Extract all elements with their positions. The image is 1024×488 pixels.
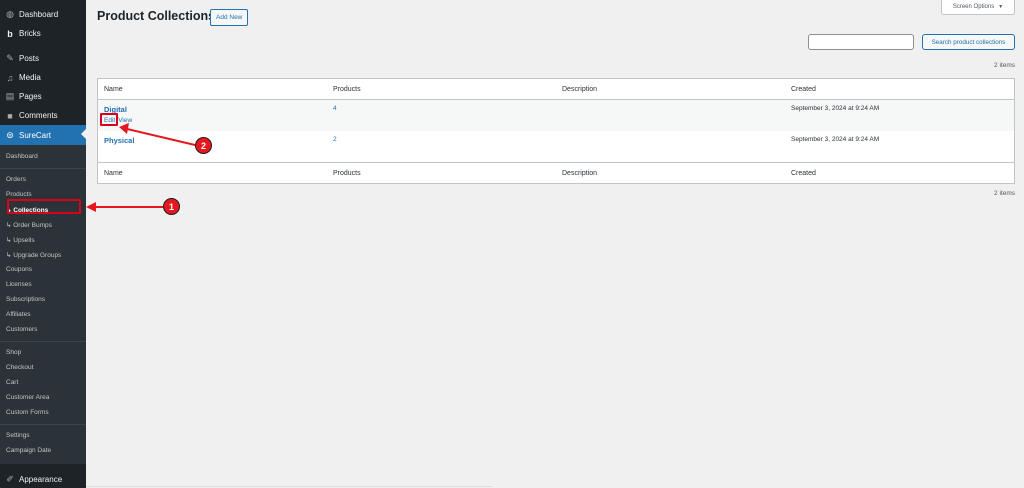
sub-custom-forms[interactable]: Custom Forms [0,405,86,420]
menu-bricks[interactable]: b Bricks [0,24,86,43]
search-input[interactable] [808,34,914,50]
row-actions: Edit View [104,117,327,124]
view-link[interactable]: View [118,117,132,124]
sub-settings[interactable]: Settings [0,428,86,443]
items-count-top: 2 items [994,62,1015,69]
sub-customers[interactable]: Customers [0,322,86,337]
column-name[interactable]: Name [98,86,327,93]
sub-upsells[interactable]: ↳ Upsells [0,232,86,247]
column-name[interactable]: Name [98,170,327,177]
main-content: Product Collections Add New Screen Optio… [86,0,1024,488]
sub-dashboard[interactable]: Dashboard [0,149,86,164]
sub-affiliates[interactable]: Affiliates [0,307,86,322]
products-count-link[interactable]: 4 [327,105,556,131]
sub-cart[interactable]: Cart [0,375,86,390]
sub-order-bumps[interactable]: ↳ Order Bumps [0,217,86,232]
column-description: Description [562,169,598,177]
screen-options-button[interactable]: Screen Options ▼ [941,0,1015,15]
sub-campaign-date[interactable]: Campaign Date [0,443,86,458]
row-title-link[interactable]: Digital [104,105,327,114]
surecart-icon: ⊜ [6,129,14,140]
sub-customer-area[interactable]: Customer Area [0,390,86,405]
pages-icon: ▤ [5,91,15,101]
sub-shop[interactable]: Shop [0,345,86,360]
items-count-bottom: 2 items [994,190,1015,197]
highlight-edit [100,113,118,126]
search-button[interactable]: Search product collections [922,34,1015,50]
menu-pages[interactable]: ▤ Pages [0,87,86,106]
column-description: Description [562,85,598,93]
page-title: Product Collections [97,9,216,23]
column-products[interactable]: Products [327,170,556,177]
table-header: Name Products Description Created [98,79,1014,100]
media-icon: ♫ [6,72,14,83]
description-cell [556,136,785,162]
pin-icon: ✎ [6,53,14,63]
bricks-icon: b [7,28,13,39]
description-cell [556,105,785,131]
divider [86,486,492,487]
sub-licenses[interactable]: Licenses [0,277,86,292]
sub-subscriptions[interactable]: Subscriptions [0,292,86,307]
menu-appearance[interactable]: ✐ Appearance [0,470,86,488]
sub-orders[interactable]: Orders [0,172,86,187]
menu-dashboard[interactable]: ◍ Dashboard [0,5,86,24]
comments-icon: ■ [7,110,13,121]
brush-icon: ✐ [6,474,14,484]
add-new-button[interactable]: Add New [210,9,249,26]
sub-upgrade-groups[interactable]: ↳ Upgrade Groups [0,247,86,262]
sub-checkout[interactable]: Checkout [0,360,86,375]
menu-posts[interactable]: ✎ Posts [0,49,86,68]
created-cell: September 3, 2024 at 9:24 AM [791,136,880,143]
sub-coupons[interactable]: Coupons [0,262,86,277]
dashboard-icon: ◍ [6,9,14,19]
column-created[interactable]: Created [785,86,1014,93]
products-count-link[interactable]: 2 [327,136,556,162]
chevron-down-icon: ▼ [998,4,1004,10]
menu-surecart[interactable]: ⊜ SureCart [0,125,86,145]
highlight-collections [7,199,81,214]
table-row: Digital Edit View 4 September 3, 2024 at… [98,100,1014,131]
menu-comments[interactable]: ■ Comments [0,106,86,125]
collections-table: Name Products Description Created Digita… [97,78,1015,184]
column-products[interactable]: Products [327,86,556,93]
surecart-submenu: Dashboard Orders Products ↳ Collections … [0,145,86,464]
step-badge-1: 1 [163,198,180,215]
table-row: Physical 2 September 3, 2024 at 9:24 AM [98,131,1014,162]
row-title-link[interactable]: Physical [104,136,327,145]
created-cell: September 3, 2024 at 9:24 AM [791,105,880,112]
admin-sidebar: ◍ Dashboard b Bricks ✎ Posts ♫ Media ▤ Pages … [0,0,86,488]
table-footer: Name Products Description Created [98,162,1014,183]
step-badge-2: 2 [195,137,212,154]
menu-media[interactable]: ♫ Media [0,68,86,87]
column-created[interactable]: Created [785,170,1014,177]
